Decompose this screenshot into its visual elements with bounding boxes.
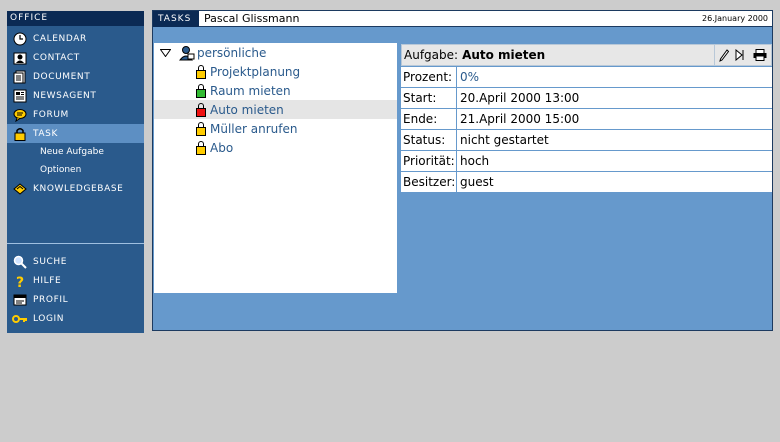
tree-item-mueller-anrufen[interactable]: Müller anrufen bbox=[154, 119, 397, 138]
task-details: Aufgabe: Auto mieten Prozent: 0% Start: … bbox=[401, 44, 772, 192]
tree-item-raum-mieten[interactable]: Raum mieten bbox=[154, 81, 397, 100]
task-tree: persönliche Projektplanung Raum mieten A… bbox=[154, 43, 397, 293]
sidebar-header: OFFICE bbox=[7, 11, 144, 26]
document-icon bbox=[12, 70, 28, 84]
details-row-prioritaet: Priorität: hoch bbox=[401, 150, 772, 171]
details-value-prioritaet: hoch bbox=[460, 154, 490, 168]
sidebar-item-profil[interactable]: PROFIL bbox=[7, 290, 144, 309]
svg-text:?: ? bbox=[16, 275, 25, 288]
sidebar-item-label: PROFIL bbox=[33, 294, 69, 305]
sidebar-item-label: TASK bbox=[33, 128, 58, 139]
tree-item-projektplanung[interactable]: Projektplanung bbox=[154, 62, 397, 81]
printer-icon[interactable] bbox=[753, 49, 767, 61]
newspaper-icon bbox=[12, 89, 28, 103]
sidebar-item-forum[interactable]: FORUM bbox=[7, 105, 144, 124]
sidebar-item-contact[interactable]: CONTACT bbox=[7, 48, 144, 67]
details-key: Priorität: bbox=[401, 151, 457, 171]
sidebar-item-calendar[interactable]: CALENDAR bbox=[7, 29, 144, 48]
profile-icon bbox=[12, 293, 28, 307]
speech-bubble-icon bbox=[12, 108, 28, 122]
details-value-status: nicht gestartet bbox=[460, 133, 549, 147]
lock-icon bbox=[196, 140, 206, 155]
lock-icon bbox=[196, 83, 206, 98]
sidebar-item-knowledgebase[interactable]: KNOWLEDGEBASE bbox=[7, 179, 144, 198]
contact-icon bbox=[12, 51, 28, 65]
tree-root[interactable]: persönliche bbox=[154, 43, 397, 62]
details-toolbar bbox=[714, 44, 771, 66]
current-date: 26.January 2000 bbox=[702, 14, 768, 23]
sidebar-item-document[interactable]: DOCUMENT bbox=[7, 67, 144, 86]
question-icon: ? bbox=[12, 274, 28, 288]
tree-root-label: persönliche bbox=[197, 45, 267, 60]
sidebar-item-label: CALENDAR bbox=[33, 33, 87, 44]
magnifier-icon bbox=[12, 255, 28, 269]
person-icon bbox=[179, 45, 195, 61]
tree-item-label: Raum mieten bbox=[210, 83, 291, 98]
sidebar-item-label: SUCHE bbox=[33, 256, 68, 267]
details-value-besitzer: guest bbox=[460, 175, 494, 189]
details-key: Besitzer: bbox=[401, 172, 457, 192]
details-header: Aufgabe: Auto mieten bbox=[401, 44, 772, 66]
sidebar-item-login[interactable]: LOGIN bbox=[7, 309, 144, 328]
sidebar-item-label: FORUM bbox=[33, 109, 69, 120]
sidebar-subitem-neue-aufgabe[interactable]: Neue Aufgabe bbox=[7, 143, 144, 161]
tree-item-auto-mieten[interactable]: Auto mieten bbox=[154, 100, 397, 119]
details-key: Ende: bbox=[401, 109, 457, 129]
details-key: Start: bbox=[401, 88, 457, 108]
lock-icon bbox=[12, 127, 28, 141]
tab-tasks[interactable]: TASKS bbox=[153, 10, 199, 27]
sidebar-item-hilfe[interactable]: ? HILFE bbox=[7, 271, 144, 290]
details-key: Prozent: bbox=[401, 67, 457, 87]
sidebar-item-newsagent[interactable]: NEWSAGENT bbox=[7, 86, 144, 105]
sidebar-item-label: DOCUMENT bbox=[33, 71, 91, 82]
details-value-prozent[interactable]: 0% bbox=[457, 67, 772, 87]
clock-icon bbox=[12, 32, 28, 46]
sidebar-subitem-optionen[interactable]: Optionen bbox=[7, 161, 144, 179]
details-row-besitzer: Besitzer: guest bbox=[401, 171, 772, 192]
lock-icon bbox=[196, 102, 206, 117]
sidebar-divider bbox=[7, 243, 144, 244]
details-header-label: Aufgabe: bbox=[404, 48, 459, 62]
forward-icon[interactable] bbox=[735, 49, 747, 61]
details-header-value: Auto mieten bbox=[462, 48, 546, 62]
tree-item-label: Projektplanung bbox=[210, 64, 301, 79]
details-row-status: Status: nicht gestartet bbox=[401, 129, 772, 150]
user-name: Pascal Glissmann bbox=[204, 12, 300, 25]
sidebar-item-label: NEWSAGENT bbox=[33, 90, 97, 101]
top-bar: TASKS Pascal Glissmann 26.January 2000 bbox=[153, 10, 772, 27]
details-value-start: 20.April 2000 13:00 bbox=[460, 91, 580, 105]
lock-icon bbox=[196, 64, 206, 79]
book-icon bbox=[12, 182, 28, 196]
tree-item-label: Müller anrufen bbox=[210, 121, 298, 136]
triangle-down-icon[interactable] bbox=[160, 48, 171, 57]
details-key: Status: bbox=[401, 130, 457, 150]
details-row-start: Start: 20.April 2000 13:00 bbox=[401, 87, 772, 108]
tree-item-label: Abo bbox=[210, 140, 234, 155]
sidebar-item-label: CONTACT bbox=[33, 52, 80, 63]
sidebar-item-suche[interactable]: SUCHE bbox=[7, 252, 144, 271]
sidebar-item-label: KNOWLEDGEBASE bbox=[33, 183, 124, 194]
main-panel: TASKS Pascal Glissmann 26.January 2000 p… bbox=[152, 10, 773, 331]
details-value-ende: 21.April 2000 15:00 bbox=[460, 112, 580, 126]
tree-item-abo[interactable]: Abo bbox=[154, 138, 397, 157]
sidebar: OFFICE CALENDAR CONTACT DOCUMENT NEWSAGE… bbox=[7, 11, 144, 333]
sidebar-item-label: LOGIN bbox=[33, 313, 65, 324]
details-row-prozent: Prozent: 0% bbox=[401, 66, 772, 87]
tree-item-label: Auto mieten bbox=[210, 102, 284, 117]
sidebar-item-label: HILFE bbox=[33, 275, 62, 286]
pencil-icon[interactable] bbox=[719, 48, 729, 62]
lock-icon bbox=[196, 121, 206, 136]
details-row-ende: Ende: 21.April 2000 15:00 bbox=[401, 108, 772, 129]
sidebar-item-task[interactable]: TASK bbox=[7, 124, 144, 143]
key-icon bbox=[12, 312, 28, 326]
